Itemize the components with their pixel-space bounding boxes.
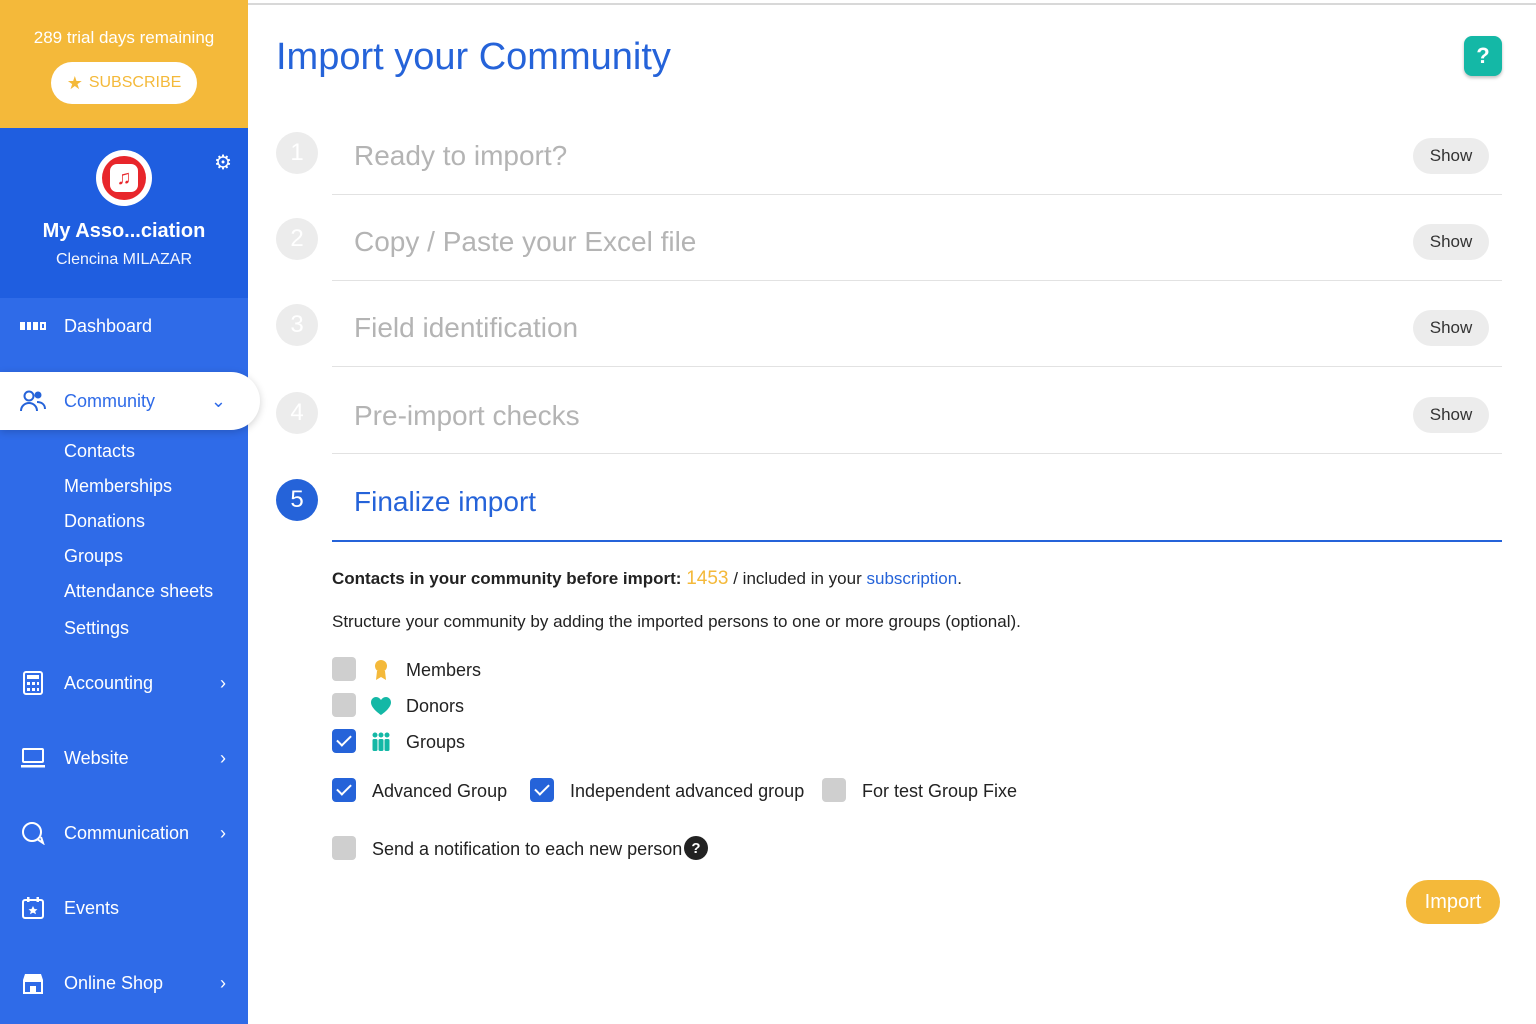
step-1-show-button[interactable]: Show [1413,138,1489,174]
step-2-number: 2 [276,218,318,260]
contacts-count: 1453 [686,568,729,589]
sidebar-item-accounting[interactable]: Accounting › [0,655,248,711]
contacts-label: Contacts in your community before import… [332,569,682,588]
subscribe-button[interactable]: ★ SUBSCRIBE [51,62,197,104]
music-note-icon: ♫ [110,164,138,192]
trial-days-text: 289 trial days remaining [33,28,215,47]
notification-checkbox[interactable] [332,836,356,860]
sidebar-item-label: Dashboard [64,315,153,336]
sidebar-subitem-settings[interactable]: Settings [64,618,129,639]
sidebar-subitem-memberships[interactable]: Memberships [64,476,172,497]
question-icon[interactable]: ? [684,836,708,860]
user-name: Clencina MILAZAR [55,251,193,268]
sidebar-item-website[interactable]: Website › [0,730,248,786]
divider [332,453,1502,454]
award-icon [370,659,392,681]
sidebar-item-label: Accounting [64,672,154,693]
step-5-number: 5 [276,479,318,521]
sidebar-item-dashboard[interactable]: Dashboard [0,298,248,354]
sidebar-subitem-attendance-sheets[interactable]: Attendance sheets [64,581,213,602]
divider [332,194,1502,195]
association-name: My Asso...ciation [42,220,206,242]
structure-instructions: Structure your community by adding the i… [332,612,1021,631]
period: . [957,569,962,588]
step-2-show-button[interactable]: Show [1413,224,1489,260]
independent-advanced-group-label: Independent advanced group [570,781,805,801]
members-label: Members [406,660,482,680]
advanced-group-label: Advanced Group [372,781,508,801]
import-button[interactable]: Import [1406,880,1500,924]
chat-icon [20,820,46,846]
independent-advanced-group-checkbox[interactable] [530,778,554,802]
sidebar-item-label: Community [64,390,156,411]
step-4-show-button[interactable]: Show [1413,397,1489,433]
step-2-title[interactable]: Copy / Paste your Excel file [354,226,696,258]
association-logo[interactable]: ♫ [96,150,152,206]
notification-label: Send a notification to each new person [372,839,683,859]
shop-icon [20,970,46,996]
trial-banner: 289 trial days remaining ★ SUBSCRIBE [0,0,248,128]
sidebar-item-label: Communication [64,822,190,843]
step-4-number: 4 [276,392,318,434]
sidebar-item-events[interactable]: Events [0,880,248,936]
divider [332,280,1502,281]
groups-checkbox[interactable] [332,729,356,753]
users-icon [20,388,46,414]
sidebar-subitem-contacts[interactable]: Contacts [64,441,135,462]
subscription-link[interactable]: subscription [867,569,958,588]
star-icon: ★ [66,72,83,93]
page-title: Import your Community [276,36,671,78]
sidebar-item-label: Online Shop [64,972,164,993]
sidebar-item-online-shop[interactable]: Online Shop › [0,955,248,1011]
step-3-show-button[interactable]: Show [1413,310,1489,346]
step-1-title[interactable]: Ready to import? [354,140,567,172]
chevron-down-icon: ⌄ [210,390,226,411]
for-test-group-fixe-label: For test Group Fixe [862,781,1018,801]
sidebar-subitem-groups[interactable]: Groups [64,546,123,567]
step-3-title[interactable]: Field identification [354,312,578,344]
donors-checkbox[interactable] [332,693,356,717]
chevron-right-icon: › [220,822,226,843]
active-step-divider [332,540,1502,542]
people-icon [370,731,392,753]
step-4-title[interactable]: Pre-import checks [354,400,580,432]
sidebar-item-label: Events [64,897,120,918]
chevron-right-icon: › [220,672,226,693]
calculator-icon [20,670,46,696]
sidebar-item-label: Website [64,747,129,768]
sidebar-item-communication[interactable]: Communication › [0,805,248,861]
monitor-icon [20,745,46,771]
donors-label: Donors [406,696,465,716]
dashboard-icon [20,313,47,339]
sidebar: 289 trial days remaining ★ SUBSCRIBE ⚙ ♫… [0,0,260,1024]
chevron-right-icon: › [220,747,226,768]
members-checkbox[interactable] [332,657,356,681]
for-test-group-fixe-checkbox[interactable] [822,778,846,802]
sidebar-subitem-donations[interactable]: Donations [64,511,145,532]
subscribe-label: SUBSCRIBE [88,74,182,91]
help-button[interactable]: ? [1464,36,1502,76]
heart-icon [370,695,392,717]
groups-label: Groups [406,732,466,752]
divider [332,366,1502,367]
gear-icon[interactable]: ⚙ [214,150,232,175]
calendar-icon [20,895,46,921]
step-1-number: 1 [276,132,318,174]
advanced-group-checkbox[interactable] [332,778,356,802]
chevron-right-icon: › [220,972,226,993]
main-content: Import your Community ? 1 Ready to impor… [248,0,1536,1024]
included-text: / included in your [733,569,862,588]
contacts-count-line: Contacts in your community before import… [332,568,962,590]
association-panel: ⚙ ♫ My Asso...ciation Clencina MILAZAR [0,128,248,298]
step-5-title: Finalize import [354,486,537,517]
step-3-number: 3 [276,304,318,346]
sidebar-item-community[interactable]: Community ⌄ [0,372,260,430]
